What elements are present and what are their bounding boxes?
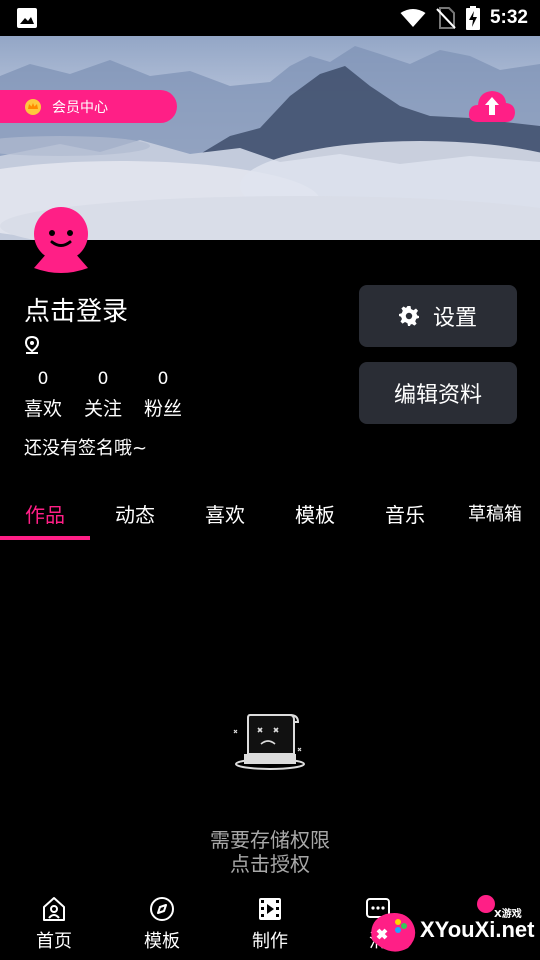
template-icon xyxy=(150,897,174,921)
edit-profile-label: 编辑资料 xyxy=(393,383,482,408)
stat-label: 喜欢 xyxy=(24,398,63,420)
status-time: 5:32 xyxy=(489,7,528,28)
tab-drafts[interactable]: 草稿箱 xyxy=(450,486,540,540)
nav-templates[interactable]: 模板 xyxy=(108,884,216,960)
edit-profile-button[interactable]: 编辑资料 xyxy=(359,362,517,424)
stat-likes[interactable]: 0 喜欢 xyxy=(24,368,62,421)
location-pin-icon xyxy=(24,336,40,354)
home-icon xyxy=(43,897,65,921)
profile-tabs: 作品 动态 喜欢 模板 音乐 草稿箱 xyxy=(0,486,540,540)
tab-music[interactable]: 音乐 xyxy=(360,486,450,540)
tab-templates[interactable]: 模板 xyxy=(270,486,360,540)
crown-coin-icon xyxy=(25,98,41,115)
signature-text: 还没有签名哦~ xyxy=(24,438,148,459)
nav-home[interactable]: 首页 xyxy=(0,884,108,960)
gear-icon xyxy=(398,306,419,326)
settings-label: 设置 xyxy=(432,306,477,331)
vip-center-button[interactable]: 会员中心 xyxy=(0,90,177,123)
nav-label: 首页 xyxy=(36,931,72,952)
settings-button[interactable]: 设置 xyxy=(359,285,517,347)
watermark-text: XYouXi.net xyxy=(420,917,535,942)
active-tab-indicator xyxy=(0,536,90,540)
stat-label: 关注 xyxy=(84,398,123,420)
no-sim-icon xyxy=(436,7,456,29)
wifi-icon xyxy=(400,9,426,27)
film-icon xyxy=(259,898,281,920)
vip-center-label: 会员中心 xyxy=(52,99,108,116)
cloud-upload-icon[interactable] xyxy=(468,86,516,126)
stat-label: 粉丝 xyxy=(144,398,183,420)
stat-followers[interactable]: 0 粉丝 xyxy=(144,368,182,421)
tab-works[interactable]: 作品 xyxy=(0,486,90,540)
stat-count: 0 xyxy=(37,369,49,389)
stat-count: 0 xyxy=(157,369,169,389)
status-bar: 5:32 xyxy=(0,0,540,36)
stat-count: 0 xyxy=(97,369,109,389)
status-icons: 5:32 xyxy=(400,0,528,36)
stat-following[interactable]: 0 关注 xyxy=(84,368,122,421)
profile-stats: 0 喜欢 0 关注 0 粉丝 xyxy=(24,368,182,421)
tab-activity[interactable]: 动态 xyxy=(90,486,180,540)
login-prompt[interactable]: 点击登录 xyxy=(24,291,128,328)
grant-permission-link[interactable]: 点击授权 xyxy=(0,848,540,877)
empty-storage-illustration xyxy=(233,714,305,770)
nav-create[interactable]: 制作 xyxy=(216,884,324,960)
tab-likes[interactable]: 喜欢 xyxy=(180,486,270,540)
gallery-icon xyxy=(17,8,37,28)
nav-label: 制作 xyxy=(252,931,288,952)
battery-charging-icon xyxy=(465,6,480,30)
nav-label: 模板 xyxy=(144,931,180,952)
avatar[interactable] xyxy=(28,206,94,276)
